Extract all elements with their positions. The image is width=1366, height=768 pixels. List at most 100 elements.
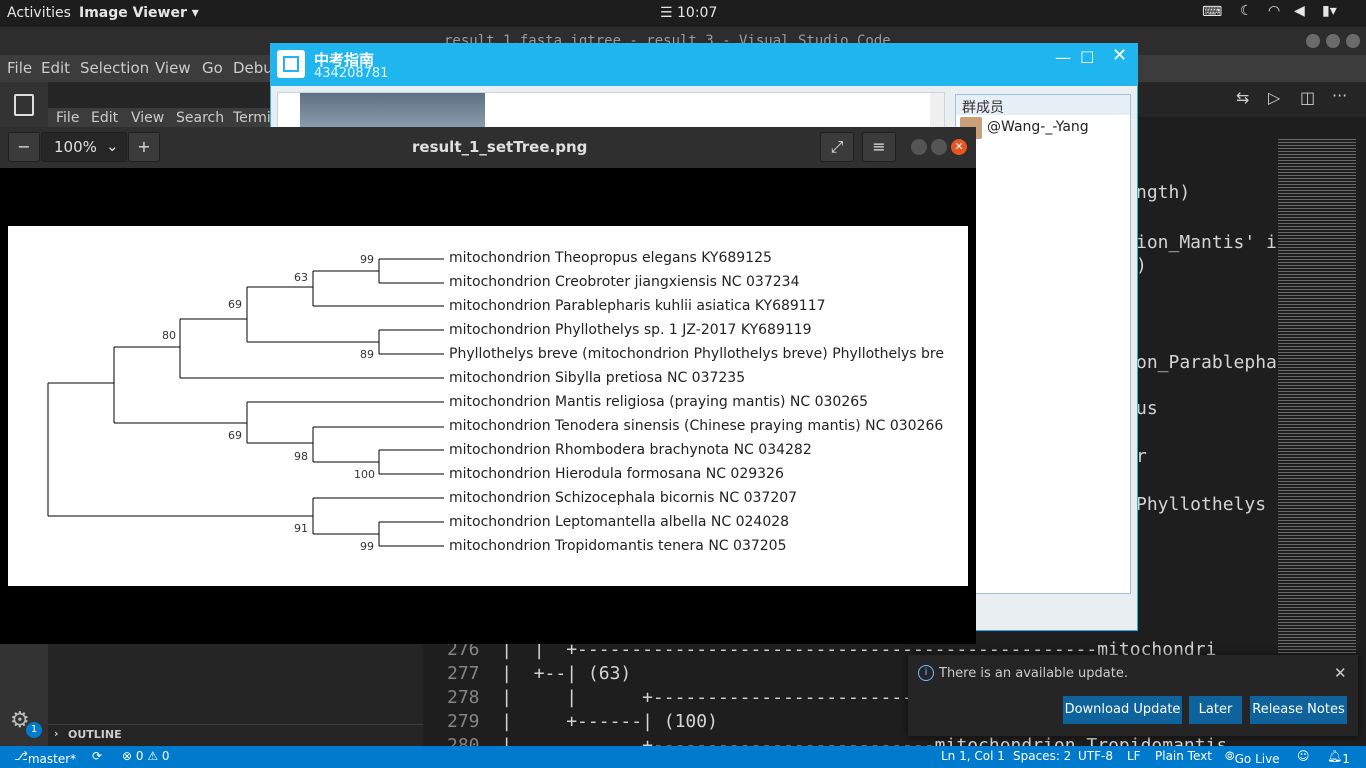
minimize-icon[interactable]: [1306, 34, 1320, 48]
minimize-icon[interactable]: —: [1055, 48, 1071, 67]
night-mode-icon[interactable]: ☾: [1240, 3, 1253, 19]
menu-view[interactable]: View: [155, 59, 191, 77]
later-button[interactable]: Later: [1189, 696, 1242, 724]
tree-leaf-label: mitochondrion Schizocephala bicornis NC …: [449, 490, 798, 506]
inner-menu-edit[interactable]: Edit: [91, 110, 118, 126]
cursor-position[interactable]: Ln 1, Col 1: [941, 749, 1005, 763]
compare-icon[interactable]: ⇆: [1236, 88, 1249, 107]
golive-label: Go Live: [1234, 752, 1280, 766]
menu-debug[interactable]: Debu: [233, 59, 273, 77]
maximize-icon[interactable]: □: [1080, 47, 1094, 65]
minimize-icon[interactable]: [911, 139, 927, 155]
image-filename: result_1_setTree.png: [412, 138, 588, 156]
inner-menu-view[interactable]: View: [131, 110, 164, 126]
activities-button[interactable]: Activities: [7, 5, 71, 21]
settings-badge: 1: [26, 722, 42, 738]
code-line[interactable]: 279 | +------| (100): [447, 711, 718, 732]
tree-leaf-label: Phyllothelys breve (mitochondrion Phyllo…: [449, 346, 944, 362]
golive-status[interactable]: ⦾ Go Live: [1225, 749, 1280, 766]
fullscreen-icon: ⤢: [830, 137, 844, 156]
close-icon[interactable]: [1346, 34, 1360, 48]
status-bar: ⎇ master* ⟳ ⊗ 0 ⚠ 0 Ln 1, Col 1 Spaces: …: [0, 746, 1366, 768]
code-line[interactable]: 280 | +--------------------------mitocho…: [447, 735, 1227, 746]
notification-count: 1: [1342, 752, 1350, 766]
maximize-icon[interactable]: [931, 139, 947, 155]
more-actions-icon[interactable]: ···: [1332, 86, 1347, 105]
indentation-status[interactable]: Spaces: 2: [1013, 749, 1071, 763]
bootstrap-value: 69: [228, 298, 242, 311]
update-notification: i There is an available update. ✕ Downlo…: [908, 655, 1358, 736]
notifications-status[interactable]: 🔔︎ 1: [1327, 749, 1350, 766]
bootstrap-value: 99: [360, 253, 374, 266]
close-icon[interactable]: ✕: [951, 139, 967, 155]
code-fragment[interactable]: on_Parablephar: [1136, 352, 1288, 373]
code-fragment[interactable]: us: [1136, 398, 1158, 419]
explorer-icon[interactable]: [14, 94, 34, 116]
clock[interactable]: ☰ 10:07: [660, 5, 717, 21]
split-editor-icon[interactable]: ◫: [1300, 88, 1315, 107]
eol-status[interactable]: LF: [1127, 749, 1141, 763]
inner-menu-file[interactable]: File: [56, 110, 79, 126]
language-status[interactable]: Plain Text: [1155, 749, 1212, 763]
menu-edit[interactable]: Edit: [41, 59, 70, 77]
line-number: 279: [447, 711, 480, 732]
member-list-header: 群成员: [956, 95, 1130, 116]
qq-titlebar[interactable]: 中考指南 434208781 — □ ✕: [271, 44, 1137, 86]
wifi-icon[interactable]: ◠: [1268, 3, 1280, 19]
fullscreen-button[interactable]: ⤢: [820, 132, 854, 162]
bootstrap-value: 89: [360, 348, 374, 361]
tree-leaf-label: mitochondrion Sibylla pretiosa NC 037235: [449, 370, 746, 386]
menu-go[interactable]: Go: [202, 59, 223, 77]
line-number: 278: [447, 687, 480, 708]
battery-icon[interactable]: ▮▾: [1322, 3, 1337, 19]
menu-file[interactable]: File: [7, 59, 32, 77]
tree-leaf-label: mitochondrion Rhombodera brachynota NC 0…: [449, 442, 812, 458]
minimap[interactable]: [1278, 137, 1356, 657]
tree-leaf-label: mitochondrion Tenodera sinensis (Chinese…: [449, 418, 944, 434]
code-fragment[interactable]: ion_Mantis' is: [1136, 232, 1288, 253]
close-icon[interactable]: ✕: [1112, 45, 1127, 66]
keyboard-icon[interactable]: ⌨: [1202, 4, 1222, 20]
group-id: 434208781: [314, 66, 389, 81]
image-viewer-headerbar[interactable]: − 100% ⌄ + result_1_setTree.png ⤢ ≡ ✕: [0, 127, 976, 168]
zoom-in-button[interactable]: +: [128, 132, 160, 162]
zoom-out-button[interactable]: −: [8, 132, 40, 162]
tree-leaf-label: mitochondrion Mantis religiosa (praying …: [449, 394, 869, 410]
code-fragment[interactable]: Phyllothelys: [1136, 494, 1266, 515]
zoom-value: 100%: [54, 138, 97, 156]
tree-image[interactable]: mitochondrion Theopropus elegans KY68912…: [8, 226, 968, 586]
zoom-select[interactable]: 100% ⌄: [41, 132, 127, 162]
code-fragment[interactable]: ngth): [1136, 182, 1190, 203]
member-list: 群成员 @Wang-_-Yang: [955, 94, 1131, 594]
inner-vscode-menubar: File Edit View Search Termi: [48, 108, 271, 128]
inner-menu-terminal[interactable]: Termi: [233, 110, 271, 126]
feedback-icon[interactable]: ☺: [1297, 749, 1310, 763]
inner-menu-search[interactable]: Search: [176, 110, 224, 126]
maximize-icon[interactable]: [1326, 34, 1340, 48]
bootstrap-value: 98: [294, 450, 308, 463]
menu-selection[interactable]: Selection: [80, 59, 149, 77]
line-text: | | +----------------------------: [501, 687, 957, 708]
avatar-glyph: [283, 56, 299, 72]
run-icon[interactable]: ▷: [1268, 88, 1280, 107]
inner-activity-bar: [0, 82, 48, 127]
encoding-status[interactable]: UTF-8: [1078, 749, 1113, 763]
release-notes-button[interactable]: Release Notes: [1250, 696, 1347, 724]
chevron-down-icon: ⌄: [106, 137, 119, 155]
code-line[interactable]: 277 | +--| (63): [447, 663, 631, 684]
tree-leaf-label: mitochondrion Theopropus elegans KY68912…: [449, 250, 772, 266]
app-menu[interactable]: Image Viewer ▾: [79, 5, 199, 21]
menu-button[interactable]: ≡: [862, 132, 896, 162]
bootstrap-value: 80: [162, 329, 176, 342]
volume-icon[interactable]: ◀: [1294, 3, 1305, 19]
download-update-button[interactable]: Download Update: [1063, 696, 1182, 724]
problems-status[interactable]: ⊗ 0 ⚠ 0: [122, 749, 170, 763]
tree-leaf-label: mitochondrion Hierodula formosana NC 029…: [449, 466, 784, 482]
notification-text: There is an available update.: [939, 666, 1128, 681]
branch-status[interactable]: ⎇ master*: [14, 749, 76, 766]
member-name[interactable]: @Wang-_-Yang: [987, 119, 1089, 135]
close-notification-icon[interactable]: ✕: [1334, 664, 1347, 682]
code-line[interactable]: 278 | | +----------------------------: [447, 687, 956, 708]
sync-icon[interactable]: ⟳: [92, 749, 102, 763]
outline-header[interactable]: › OUTLINE: [48, 724, 423, 746]
